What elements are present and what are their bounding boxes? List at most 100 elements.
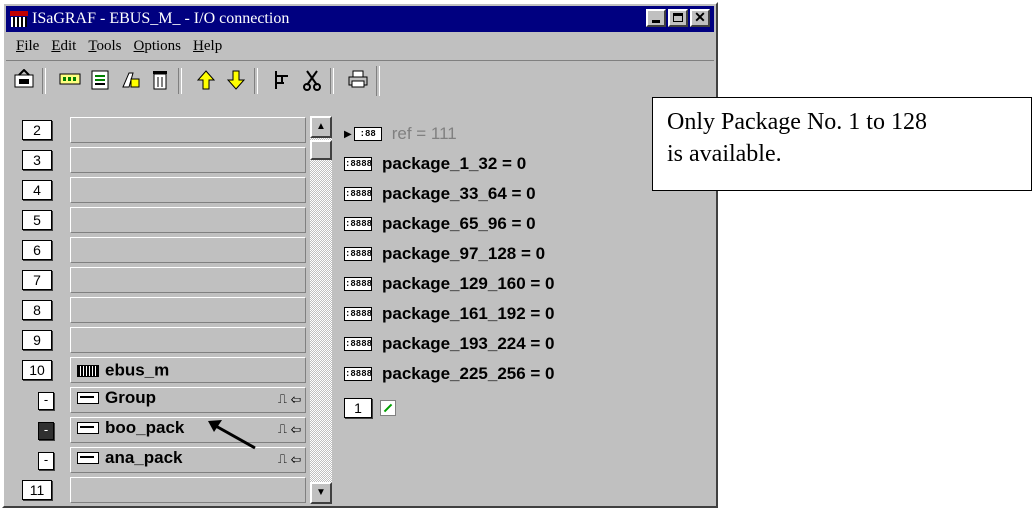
slot-row[interactable]: 11	[16, 476, 306, 504]
variable-row[interactable]: :8888 package_193_224 = 0	[344, 330, 555, 358]
variable-label: ref = 111	[391, 124, 457, 143]
variable-label: package_65_96 = 0	[382, 214, 536, 233]
slot-row[interactable]: 2	[16, 116, 306, 144]
vertical-scrollbar[interactable]: ▲ ▼	[310, 116, 332, 504]
slot-number[interactable]: 9	[22, 330, 52, 350]
io-group-row[interactable]: - ana_pack ⎍ ⇦	[16, 446, 306, 474]
io-slot-tree: 2 3 4 5 6 7 8 9 10 ebus_m - Group ⎍ ⇦ - boo_pack ⎍ ⇦ - an…	[16, 116, 306, 504]
toolbar-separator	[330, 68, 334, 94]
move-up-icon[interactable]	[194, 69, 218, 93]
connect-board-icon[interactable]	[58, 69, 82, 93]
collapse-button[interactable]: -	[38, 452, 54, 470]
slot-empty-field[interactable]	[70, 267, 306, 293]
slot-number[interactable]: 11	[22, 480, 52, 500]
board-icon	[77, 364, 99, 377]
collapse-button[interactable]: -	[38, 422, 54, 440]
slot-empty-field[interactable]	[70, 117, 306, 143]
maximize-icon	[673, 13, 683, 22]
io-group-name: ana_pack	[105, 448, 183, 467]
slot-number[interactable]: 8	[22, 300, 52, 320]
variable-label: package_193_224 = 0	[382, 334, 555, 353]
print-icon[interactable]	[346, 69, 370, 93]
minimize-button[interactable]	[646, 9, 666, 27]
variable-row[interactable]: :8888 package_161_192 = 0	[344, 300, 555, 328]
slot-row[interactable]: 3	[16, 146, 306, 174]
menu-label-rest: ptions	[144, 37, 182, 54]
slot-empty-field[interactable]	[70, 327, 306, 353]
variable-row[interactable]: :8888 package_33_64 = 0	[344, 180, 536, 208]
signal-direction-icon: ⎍ ⇦	[277, 391, 301, 406]
delete-icon[interactable]	[148, 69, 172, 93]
isagraf-app-icon[interactable]	[10, 11, 28, 27]
slot-number[interactable]: 4	[22, 180, 52, 200]
variable-label: package_225_256 = 0	[382, 364, 555, 383]
variable-row[interactable]: :8888 package_65_96 = 0	[344, 210, 536, 238]
slot-row[interactable]: 10 ebus_m	[16, 356, 306, 384]
scroll-down-button[interactable]: ▼	[310, 482, 332, 504]
variable-row[interactable]: :8888 package_97_128 = 0	[344, 240, 545, 268]
slot-number[interactable]: 10	[22, 360, 52, 380]
toolbar	[6, 60, 714, 101]
slot-number[interactable]: 5	[22, 210, 52, 230]
annotation-line-1: Only Package No. 1 to 128	[667, 109, 927, 135]
open-board-icon[interactable]	[118, 69, 142, 93]
toolbar-separator	[42, 68, 46, 94]
slot-row[interactable]: 6	[16, 236, 306, 264]
maximize-button[interactable]	[668, 9, 688, 27]
menu-tools[interactable]: Tools	[88, 38, 121, 55]
page-row: 1	[344, 394, 396, 422]
slot-number[interactable]: 6	[22, 240, 52, 260]
tree-icon[interactable]	[270, 69, 294, 93]
variable-row[interactable]: ▶:88 ref = 111	[344, 120, 457, 148]
slot-row[interactable]: 9	[16, 326, 306, 354]
move-down-icon[interactable]	[224, 69, 248, 93]
slot-empty-field[interactable]	[70, 477, 306, 503]
menu-help[interactable]: Help	[193, 38, 222, 55]
slot-board-field[interactable]: ebus_m	[70, 357, 306, 383]
board-list-icon[interactable]	[88, 69, 112, 93]
page-button[interactable]: 1	[344, 398, 372, 418]
variable-label: package_1_32 = 0	[382, 154, 527, 173]
io-group-field[interactable]: boo_pack ⎍ ⇦	[70, 417, 306, 443]
integer-variable-icon: :8888	[344, 247, 373, 261]
slot-row[interactable]: 4	[16, 176, 306, 204]
slot-empty-field[interactable]	[70, 207, 306, 233]
expand-caret-icon[interactable]: ▶	[344, 129, 352, 140]
slot-row[interactable]: 8	[16, 296, 306, 324]
save-icon[interactable]	[12, 68, 36, 93]
cut-icon[interactable]	[300, 69, 324, 93]
integer-variable-icon: :8888	[344, 277, 373, 291]
scroll-up-button[interactable]: ▲	[310, 116, 332, 138]
variable-label: package_33_64 = 0	[382, 184, 536, 203]
collapse-button[interactable]: -	[38, 392, 54, 410]
close-icon: ✕	[694, 9, 706, 25]
slot-number[interactable]: 7	[22, 270, 52, 290]
slot-row[interactable]: 7	[16, 266, 306, 294]
slot-number[interactable]: 3	[22, 150, 52, 170]
menu-options[interactable]: Options	[134, 38, 182, 55]
integer-variable-icon: :8888	[344, 367, 373, 381]
menu-accelerator: E	[51, 37, 61, 54]
io-group-row[interactable]: - Group ⎍ ⇦	[16, 386, 306, 414]
menu-edit[interactable]: Edit	[51, 38, 76, 55]
menu-label-rest: ools	[96, 37, 122, 54]
slot-empty-field[interactable]	[70, 237, 306, 263]
scroll-thumb[interactable]	[310, 140, 332, 160]
variable-row[interactable]: :8888 package_129_160 = 0	[344, 270, 555, 298]
io-group-row[interactable]: - boo_pack ⎍ ⇦	[16, 416, 306, 444]
arrow-up-icon: ▲	[316, 121, 326, 132]
variable-row[interactable]: :8888 package_1_32 = 0	[344, 150, 526, 178]
menu-file[interactable]: File	[16, 38, 39, 55]
slot-number[interactable]: 2	[22, 120, 52, 140]
title-bar[interactable]: ISaGRAF - EBUS_M_ - I/O connection ✕	[6, 6, 714, 32]
integer-variable-icon: :8888	[344, 187, 373, 201]
slot-empty-field[interactable]	[70, 147, 306, 173]
slot-empty-field[interactable]	[70, 177, 306, 203]
slot-empty-field[interactable]	[70, 297, 306, 323]
close-button[interactable]: ✕	[690, 9, 710, 27]
io-group-field[interactable]: Group ⎍ ⇦	[70, 387, 306, 413]
io-group-field[interactable]: ana_pack ⎍ ⇦	[70, 447, 306, 473]
edit-pencil-icon[interactable]	[380, 400, 396, 416]
slot-row[interactable]: 5	[16, 206, 306, 234]
variable-row[interactable]: :8888 package_225_256 = 0	[344, 360, 555, 388]
